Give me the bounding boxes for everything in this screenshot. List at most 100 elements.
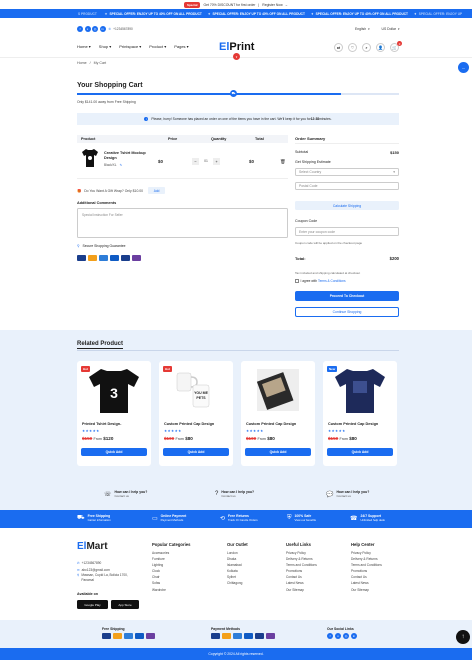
headset-icon: ☏ [104,491,112,498]
linkedin-icon[interactable]: in [99,26,106,32]
continue-shopping-button[interactable]: Continue Shopping [295,307,399,317]
facebook-icon[interactable]: f [77,26,83,32]
site-logo[interactable]: ElPrint [219,41,254,53]
product-price: $100 From $80 [246,436,275,441]
footer-link[interactable]: Our Sitemap [351,587,382,593]
heart-icon[interactable]: ♡ [348,43,357,52]
user-icon[interactable]: 👤 [376,43,385,52]
utility-bar: f x ◎ in ✆ +1234567890 English ▾ US Doll… [0,22,472,36]
edit-icon[interactable]: ✎ [120,163,123,167]
trash-icon[interactable]: 🗑 [280,159,286,165]
product-price: $100 From $80 [164,436,193,441]
footer-col-help: Help Center Privacy Policy Delivery & Ret… [351,541,382,593]
promo-item: SPECIAL OFFER: ENJOY UP TO 40% OFF ON AL… [315,11,409,16]
postal-code-input[interactable]: Postal Code [295,182,399,190]
facebook-icon[interactable]: f [327,633,333,639]
product-card[interactable]: Custom Printed Cap Design ★★★★★ $100 Fro… [241,361,315,466]
svg-text:3: 3 [110,385,118,401]
breadcrumb-home[interactable]: Home [77,61,87,65]
feature-sub: Track Or Cancle Orders [228,518,258,522]
cart-item-total: $0 [249,159,254,164]
gift-add-button[interactable]: Add [148,187,166,194]
urgency-notice: i Please, hurry! Someone has placed an o… [77,113,399,125]
support-icon: ☎ [350,515,358,522]
floating-help-button[interactable]: ⋯ [458,62,469,73]
visa-icon [102,633,111,639]
rating-stars-icon: ★★★★★ [328,429,346,433]
coupon-input[interactable]: Enter your coupon code [295,227,399,236]
cart-item-name[interactable]: Creative Tshirt Mockup Design [104,151,149,161]
help-item[interactable]: ? How can I help you? Contact us [215,490,254,498]
feature-sub: View our benefits [294,518,316,522]
terms-checkbox[interactable] [295,279,299,283]
product-image: 3 [81,365,147,415]
footer-link[interactable]: Our Sitemap [286,587,317,593]
calculate-shipping-button[interactable]: Calculate Shipping [295,201,399,210]
language-select[interactable]: English [355,27,366,31]
quick-add-button[interactable]: Quick Add [245,448,311,456]
amex-icon [99,255,108,261]
register-link[interactable]: Register Now [262,3,282,7]
help-answer: Contact us [114,494,129,498]
terms-text: I agree with [300,279,317,283]
quantity-value[interactable]: 01 [199,158,213,165]
cart-icon[interactable]: 🛒 0 [390,41,402,52]
nav-item-printspace[interactable]: Printspace ▾ [119,44,141,49]
location-icon: ⚲ [77,244,80,248]
help-item[interactable]: ☏ How can I help you? Contact us [104,490,147,498]
currency-select[interactable]: US Dollar [382,27,397,31]
shield-icon: ⛨ [287,514,292,521]
terms-link[interactable]: Terms & Conditions [318,279,346,283]
svg-text:PETS: PETS [196,396,206,400]
feature-item: ▭ Online Payment Payment Methods [152,514,186,522]
scroll-top-icon[interactable]: ↑ [456,630,470,644]
comments-textarea[interactable]: Special Instruction For Seller [77,208,288,238]
search-icon[interactable]: ⌕ [362,43,371,52]
footer-link[interactable]: Chittagong [227,580,248,586]
instagram-icon[interactable]: ◎ [343,633,349,639]
plus-icon[interactable]: + [213,157,220,165]
footer-logo[interactable]: ElMart [77,541,108,552]
nav-item-home[interactable]: Home ▾ [77,44,91,49]
nav-item-product[interactable]: Product ▾ [149,44,166,49]
visa-icon [77,255,86,261]
quick-add-button[interactable]: Quick Add [327,448,393,456]
footer-address: Mawsan, Cupid La, Bolicia 1700, Panamal [81,573,128,582]
feature-item: ⛟ Free Shipping Carrier information [77,514,111,522]
twitter-icon[interactable]: x [84,26,91,32]
help-item[interactable]: 💬 How can I help you? Contact us [326,490,369,498]
compare-icon[interactable]: ⇄ [334,43,343,52]
instagram-icon[interactable]: ◎ [92,26,98,32]
nav-menu: Home ▾ Shop ▾ Printspace ▾ Product ▾ Pag… [77,44,197,49]
promo-item: SPECIAL OFFER: ENJOY UP TO 40% OFF ON AL… [109,11,202,16]
product-title[interactable]: Custom Printed Cap Design [164,422,214,426]
twitter-icon[interactable]: x [335,633,341,639]
feature-sub: Payment Methods [160,518,184,522]
total-value: $200 [389,256,399,261]
nav-item-shop[interactable]: Shop ▾ [99,44,111,49]
mastercard-icon [113,633,122,639]
nav-item-pages[interactable]: Pages ▾ [174,44,188,49]
country-select[interactable]: Select Country ▾ [295,168,399,176]
feature-sub: Carrier information [87,518,111,522]
footer-link[interactable]: Wardrobe [152,587,190,593]
app-store-badge[interactable]: App Store [111,600,139,609]
product-card[interactable]: New Custom Printed Cap Design ★★★★★ $150… [323,361,397,466]
product-card[interactable]: 3 Hot Printed Tshirt Design- ★★★★★ $150 … [77,361,151,466]
product-title[interactable]: Custom Printed Cap Design [328,422,378,426]
price-from: From [339,437,348,441]
google-play-badge[interactable]: Google Play [77,600,108,609]
gift-wrap-text: Do You Want A Gift Wrap? Only $10.00 [84,188,144,193]
footer-col-useful: Useful Links Privacy Policy Delivery & Re… [286,541,317,593]
quick-add-button[interactable]: Quick Add [81,448,147,456]
product-title[interactable]: Custom Printed Cap Design [246,422,296,426]
current-price: $120 [103,436,114,441]
minus-icon[interactable]: − [192,157,199,165]
quick-add-button[interactable]: Quick Add [163,448,229,456]
linkedin-icon[interactable]: in [351,633,357,639]
feature-item: ⛨ 100% Safe View our benefits [287,514,316,522]
checkout-button[interactable]: Proceed To Checkout [295,291,399,301]
price-from: From [257,437,266,441]
product-card[interactable]: YOU ME PETS Hot Custom Printed Cap Design… [159,361,233,466]
product-title[interactable]: Printed Tshirt Design- [82,422,121,426]
